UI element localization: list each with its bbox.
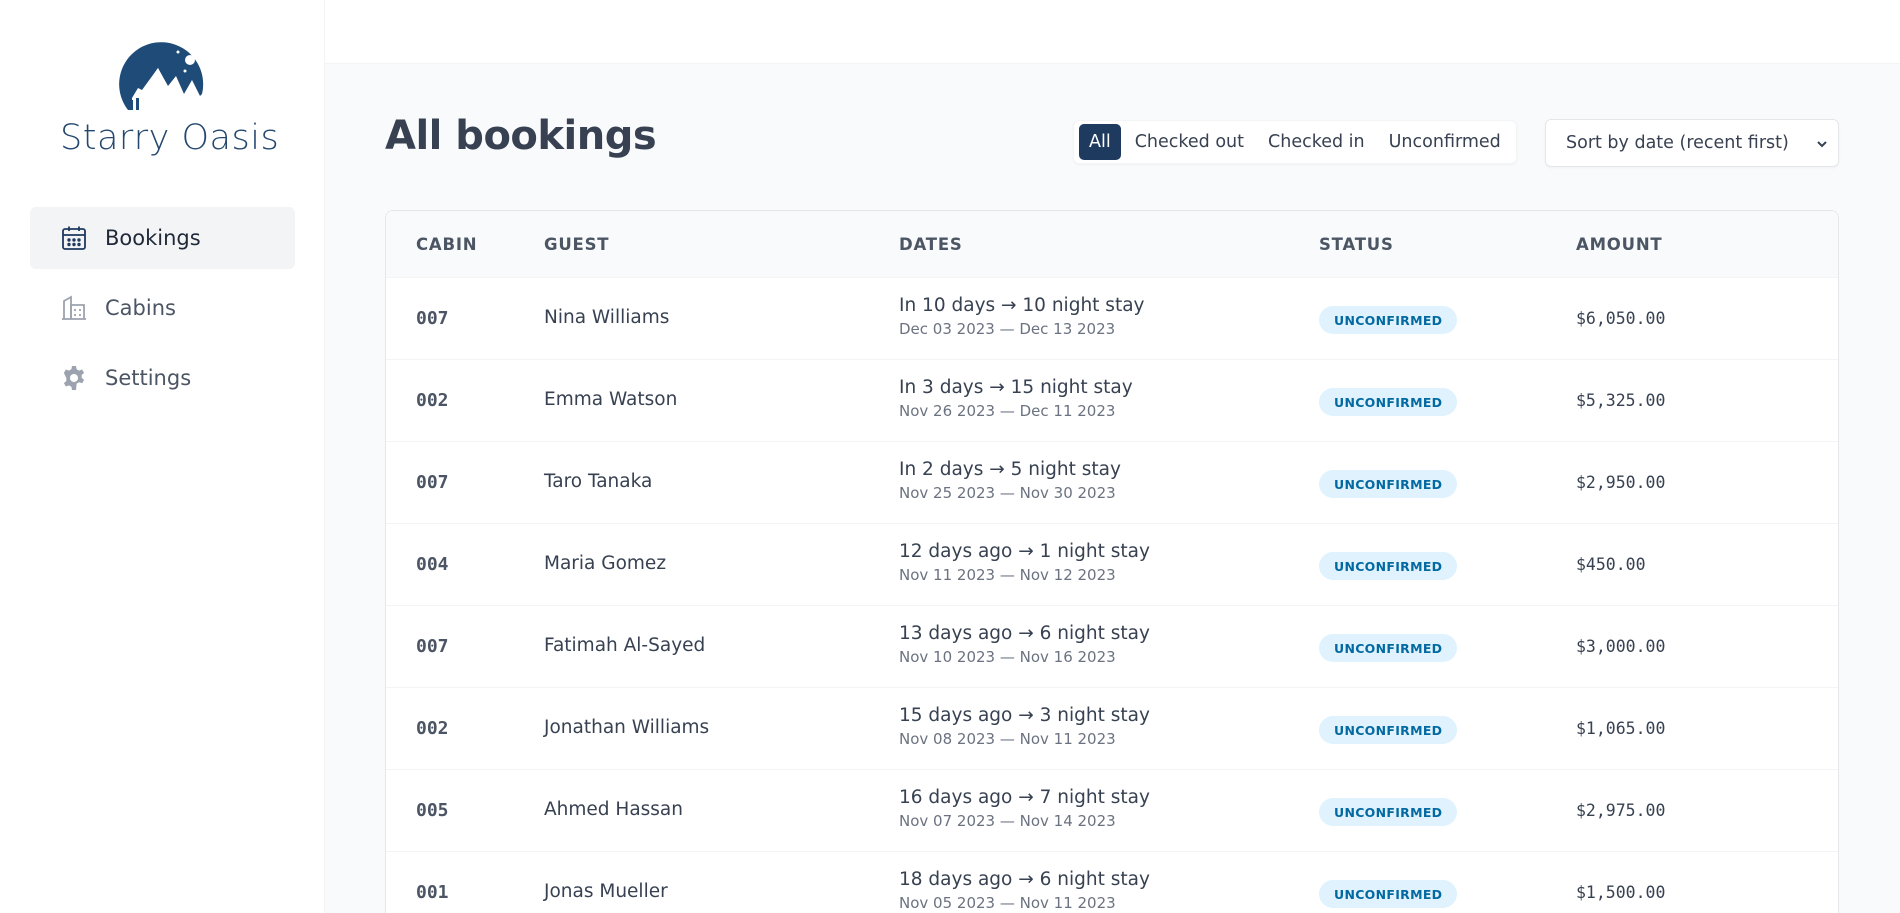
filter-unconfirmed-button[interactable]: Unconfirmed xyxy=(1379,124,1511,160)
date-range: Nov 08 2023 — Nov 11 2023 xyxy=(899,730,1116,748)
sidebar-item-settings[interactable]: Settings xyxy=(30,347,295,409)
sidebar: Starry Oasis Bookings Cabins Settings xyxy=(0,0,325,913)
booking-dates: 15 days ago → 3 night stay Nov 08 2023 —… xyxy=(899,705,1150,748)
main-nav: Bookings Cabins Settings xyxy=(30,207,295,417)
chevron-down-icon xyxy=(1817,141,1827,148)
guest-name: Maria Gomez xyxy=(544,553,667,574)
cabin-number: 002 xyxy=(416,718,449,739)
date-range: Dec 03 2023 — Dec 13 2023 xyxy=(899,320,1116,338)
sort-select-value: Sort by date (recent first) xyxy=(1566,133,1789,153)
date-range: Nov 11 2023 — Nov 12 2023 xyxy=(899,566,1116,584)
date-range: Nov 07 2023 — Nov 14 2023 xyxy=(899,812,1116,830)
stay-summary: 15 days ago → 3 night stay xyxy=(899,705,1150,726)
cabin-number: 001 xyxy=(416,882,449,903)
table-row[interactable]: 004 Maria Gomez 12 days ago → 1 night st… xyxy=(386,524,1838,606)
status-badge: UNCONFIRMED xyxy=(1319,470,1458,498)
logo[interactable]: Starry Oasis xyxy=(60,38,280,163)
date-range: Nov 25 2023 — Nov 30 2023 xyxy=(899,484,1116,502)
status-badge: UNCONFIRMED xyxy=(1319,552,1458,580)
booking-dates: In 10 days → 10 night stay Dec 03 2023 —… xyxy=(899,295,1144,338)
sort-select[interactable]: Sort by date (recent first) xyxy=(1545,119,1839,167)
booking-amount: $6,050.00 xyxy=(1576,309,1666,328)
guest-name: Ahmed Hassan xyxy=(544,799,683,820)
booking-dates: 16 days ago → 7 night stay Nov 07 2023 —… xyxy=(899,787,1150,830)
date-range: Nov 10 2023 — Nov 16 2023 xyxy=(899,648,1116,666)
column-header-cabin: CABIN xyxy=(416,235,478,254)
cabin-number: 007 xyxy=(416,472,449,493)
building-icon xyxy=(61,295,87,321)
cabin-number: 002 xyxy=(416,390,449,411)
column-header-dates: DATES xyxy=(899,235,963,254)
cabin-number: 005 xyxy=(416,800,449,821)
guest-name: Taro Tanaka xyxy=(544,471,653,492)
status-filter: All Checked out Checked in Unconfirmed xyxy=(1073,120,1517,164)
stay-summary: In 2 days → 5 night stay xyxy=(899,459,1121,480)
stay-summary: In 3 days → 15 night stay xyxy=(899,377,1133,398)
table-row[interactable]: 002 Jonathan Williams 15 days ago → 3 ni… xyxy=(386,688,1838,770)
filter-checked-out-button[interactable]: Checked out xyxy=(1125,124,1254,160)
date-range: Nov 05 2023 — Nov 11 2023 xyxy=(899,894,1116,912)
sidebar-item-label: Settings xyxy=(105,366,192,390)
sidebar-item-label: Bookings xyxy=(105,226,201,250)
table-header: CABIN GUEST DATES STATUS AMOUNT xyxy=(386,211,1838,278)
cabin-number: 007 xyxy=(416,308,449,329)
page-title: All bookings xyxy=(385,113,657,159)
status-badge: UNCONFIRMED xyxy=(1319,716,1458,744)
date-range: Nov 26 2023 — Dec 11 2023 xyxy=(899,402,1116,420)
booking-amount: $2,950.00 xyxy=(1576,473,1666,492)
table-row[interactable]: 007 Nina Williams In 10 days → 10 night … xyxy=(386,278,1838,360)
column-header-status: STATUS xyxy=(1319,235,1394,254)
booking-dates: In 2 days → 5 night stay Nov 25 2023 — N… xyxy=(899,459,1121,502)
booking-amount: $5,325.00 xyxy=(1576,391,1666,410)
brand-name: Starry Oasis xyxy=(60,118,280,158)
stay-summary: 13 days ago → 6 night stay xyxy=(899,623,1150,644)
gear-icon xyxy=(61,365,87,391)
booking-amount: $1,500.00 xyxy=(1576,883,1666,902)
logo-icon xyxy=(119,42,204,111)
stay-summary: 16 days ago → 7 night stay xyxy=(899,787,1150,808)
calendar-icon xyxy=(61,225,87,251)
sidebar-item-cabins[interactable]: Cabins xyxy=(30,277,295,339)
table-row[interactable]: 002 Emma Watson In 3 days → 15 night sta… xyxy=(386,360,1838,442)
table-row[interactable]: 007 Taro Tanaka In 2 days → 5 night stay… xyxy=(386,442,1838,524)
guest-name: Jonathan Williams xyxy=(544,717,710,738)
stay-summary: 12 days ago → 1 night stay xyxy=(899,541,1150,562)
table-row[interactable]: 007 Fatimah Al-Sayed 13 days ago → 6 nig… xyxy=(386,606,1838,688)
status-badge: UNCONFIRMED xyxy=(1319,798,1458,826)
cabin-number: 004 xyxy=(416,554,449,575)
status-badge: UNCONFIRMED xyxy=(1319,634,1458,662)
booking-dates: 13 days ago → 6 night stay Nov 10 2023 —… xyxy=(899,623,1150,666)
guest-name: Emma Watson xyxy=(544,389,678,410)
top-bar xyxy=(325,0,1900,64)
column-header-guest: GUEST xyxy=(544,235,610,254)
sidebar-item-label: Cabins xyxy=(105,296,176,320)
status-badge: UNCONFIRMED xyxy=(1319,880,1458,908)
cabin-number: 007 xyxy=(416,636,449,657)
stay-summary: 18 days ago → 6 night stay xyxy=(899,869,1150,890)
column-header-amount: AMOUNT xyxy=(1576,235,1663,254)
booking-amount: $1,065.00 xyxy=(1576,719,1666,738)
guest-name: Fatimah Al-Sayed xyxy=(544,635,706,656)
filter-all-button[interactable]: All xyxy=(1079,124,1121,160)
status-badge: UNCONFIRMED xyxy=(1319,306,1458,334)
booking-amount: $2,975.00 xyxy=(1576,801,1666,820)
booking-dates: 12 days ago → 1 night stay Nov 11 2023 —… xyxy=(899,541,1150,584)
table-row[interactable]: 005 Ahmed Hassan 16 days ago → 7 night s… xyxy=(386,770,1838,852)
guest-name: Nina Williams xyxy=(544,307,670,328)
sidebar-item-bookings[interactable]: Bookings xyxy=(30,207,295,269)
booking-amount: $450.00 xyxy=(1576,555,1646,574)
stay-summary: In 10 days → 10 night stay xyxy=(899,295,1145,316)
guest-name: Jonas Mueller xyxy=(544,881,668,902)
filter-checked-in-button[interactable]: Checked in xyxy=(1258,124,1375,160)
booking-dates: 18 days ago → 6 night stay Nov 05 2023 —… xyxy=(899,869,1150,912)
bookings-table: CABIN GUEST DATES STATUS AMOUNT 007 Nina… xyxy=(385,210,1839,913)
booking-dates: In 3 days → 15 night stay Nov 26 2023 — … xyxy=(899,377,1133,420)
table-row[interactable]: 001 Jonas Mueller 18 days ago → 6 night … xyxy=(386,852,1838,913)
status-badge: UNCONFIRMED xyxy=(1319,388,1458,416)
booking-amount: $3,000.00 xyxy=(1576,637,1666,656)
